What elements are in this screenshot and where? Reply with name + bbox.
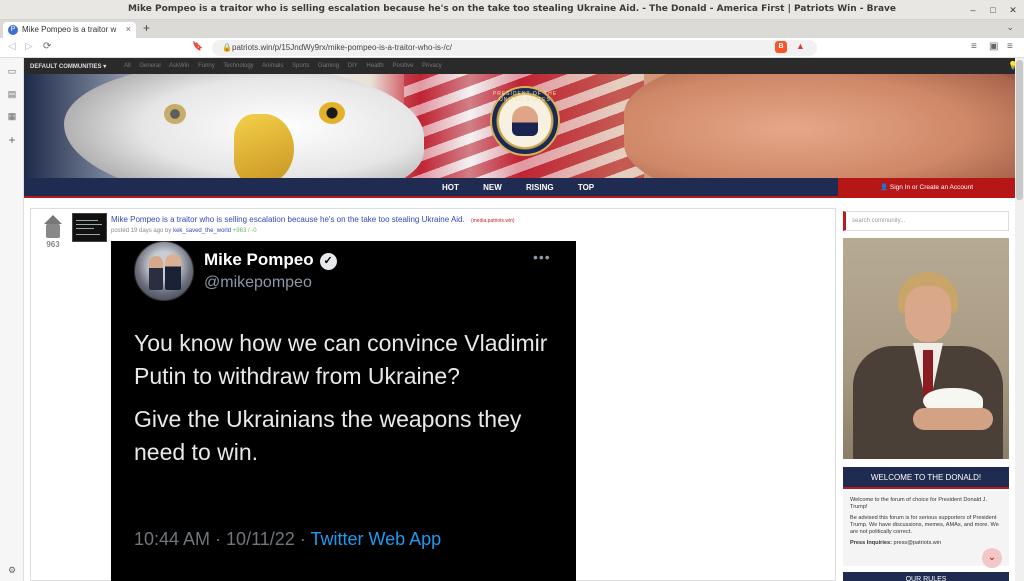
- settings-gear-icon[interactable]: ⚙: [6, 565, 18, 576]
- eagle-eye-left: [164, 104, 186, 124]
- bookmark-icon[interactable]: 🔖: [192, 41, 203, 52]
- community-search-input[interactable]: search community...: [843, 211, 1009, 231]
- tweet-image[interactable]: Mike Pompeo ✓ @mikepompeo ••• You know ho…: [111, 241, 576, 581]
- sidebar-toggle-icon[interactable]: ▣: [989, 41, 998, 52]
- upvote-arrow-icon[interactable]: [44, 215, 62, 224]
- url-text[interactable]: patriots.win/p/15JndWy9rx/mike-pompeo-is…: [232, 43, 452, 52]
- pede-upvote-icon[interactable]: [46, 224, 60, 238]
- vote-column: 963: [38, 215, 68, 249]
- our-rules-header: OUR RULES: [843, 572, 1009, 581]
- eagle-beak: [234, 114, 294, 178]
- community-link-general[interactable]: General: [139, 63, 160, 69]
- welcome-header: WELCOME TO THE DONALD!: [843, 467, 1009, 489]
- minimize-button[interactable]: –: [966, 3, 980, 17]
- sort-rising[interactable]: RISING: [526, 183, 554, 192]
- add-panel-icon[interactable]: +: [6, 133, 18, 147]
- bookmarks-panel-icon[interactable]: ▦: [6, 111, 18, 122]
- tab-active[interactable]: P Mike Pompeo is a traitor w ×: [3, 22, 136, 38]
- trump-face-image: [624, 74, 1015, 178]
- scroll-down-chevron-icon[interactable]: ⌄: [982, 548, 1002, 568]
- community-link-funny[interactable]: Funny: [198, 63, 215, 69]
- lock-icon: 🔒: [222, 43, 232, 52]
- post-title-link[interactable]: Mike Pompeo is a traitor who is selling …: [111, 215, 465, 224]
- browser-side-panel: ▭ ▤ ▦ + ⚙: [0, 58, 24, 581]
- page-scrollbar[interactable]: [1015, 58, 1024, 581]
- eagle-eye: [319, 102, 345, 124]
- seal-text: PRESIDENT OF THE UNITED STATES: [492, 91, 558, 103]
- signin-button[interactable]: 👤 Sign In or Create an Account: [838, 178, 1015, 198]
- presidential-seal-logo: PRESIDENT OF THE UNITED STATES: [490, 86, 560, 156]
- site-banner[interactable]: PRESIDENT OF THE UNITED STATES: [24, 74, 1015, 178]
- post-domain[interactable]: (media.patriots.win): [471, 218, 515, 224]
- community-bar: DEFAULT COMMUNITIES ▾ All General AskWin…: [24, 58, 1024, 74]
- patriots-win-favicon-icon: P: [8, 25, 18, 35]
- verified-badge-icon: ✓: [319, 253, 337, 270]
- welcome-paragraph-1: Welcome to the forum of choice for Presi…: [850, 497, 988, 510]
- tweet-source-app: Twitter Web App: [310, 529, 442, 549]
- brave-shield-icon[interactable]: B: [775, 41, 787, 53]
- more-options-icon: •••: [533, 249, 551, 265]
- forward-button[interactable]: ▷: [25, 41, 33, 52]
- window-titlebar: Mike Pompeo is a traitor who is selling …: [0, 0, 1024, 20]
- community-link-health[interactable]: Health: [366, 63, 383, 69]
- tweet-paragraph-1: You know how we can convince Vladimir Pu…: [134, 330, 548, 389]
- tab-label: Mike Pompeo is a traitor w: [22, 25, 117, 34]
- user-icon: 👤: [879, 184, 889, 191]
- community-link-askwin[interactable]: AskWin: [169, 63, 189, 69]
- sort-hot[interactable]: HOT: [442, 183, 459, 192]
- tweet-handle: @mikepompeo: [204, 274, 312, 291]
- reading-list-icon[interactable]: ▤: [6, 89, 18, 100]
- playlist-icon[interactable]: ≡: [971, 41, 977, 52]
- signin-label: Sign In or Create an Account: [889, 184, 973, 191]
- close-window-button[interactable]: ✕: [1006, 3, 1020, 17]
- browser-menu-icon[interactable]: ≡: [1007, 41, 1013, 52]
- back-button[interactable]: ◁: [8, 41, 16, 52]
- new-tab-button[interactable]: +: [143, 21, 150, 35]
- window-title: Mike Pompeo is a traitor who is selling …: [127, 4, 897, 14]
- post-title-line: Mike Pompeo is a traitor who is selling …: [111, 215, 515, 224]
- default-communities-dropdown[interactable]: DEFAULT COMMUNITIES ▾: [30, 63, 106, 70]
- vote-breakdown: +963 / -0: [232, 228, 257, 234]
- tab-bar: P Mike Pompeo is a traitor w ×: [0, 20, 1024, 38]
- browser-toolbar: ◁ ▷ ⟳ 🔖 🔒 patriots.win/p/15JndWy9rx/mike…: [0, 38, 1024, 58]
- tweet-author-name: Mike Pompeo ✓: [204, 250, 337, 270]
- press-email-link[interactable]: press@patriots.win: [894, 540, 942, 546]
- community-link-diy[interactable]: DIY: [348, 63, 358, 69]
- scrollbar-thumb[interactable]: [1016, 60, 1023, 200]
- community-link-positive[interactable]: Positive: [392, 63, 413, 69]
- post-thumbnail[interactable]: [72, 213, 107, 242]
- brave-rewards-icon[interactable]: ▲: [796, 41, 805, 51]
- press-inquiries: Press Inquiries: press@patriots.win: [850, 540, 942, 546]
- community-link-gaming[interactable]: Gaming: [318, 63, 339, 69]
- tweet-paragraph-2: Give the Ukrainians the weapons they nee…: [134, 406, 522, 465]
- community-link-technology[interactable]: Technology: [223, 63, 253, 69]
- community-link-privacy[interactable]: Privacy: [422, 63, 442, 69]
- community-link-sports[interactable]: Sports: [292, 63, 309, 69]
- post-meta: posted 19 days ago by kek_saved_the_worl…: [111, 228, 257, 234]
- address-bar[interactable]: 🔒 patriots.win/p/15JndWy9rx/mike-pompeo-…: [212, 40, 817, 56]
- seal-portrait: [512, 106, 538, 136]
- post-author-link[interactable]: kek_saved_the_world: [173, 228, 231, 234]
- tweet-body: You know how we can convince Vladimir Pu…: [134, 327, 564, 479]
- close-tab-icon[interactable]: ×: [126, 24, 131, 34]
- welcome-paragraph-2: Be advised this forum is for serious sup…: [850, 515, 999, 535]
- tweet-avatar: [134, 241, 194, 301]
- caret-down-icon: ▾: [103, 64, 107, 70]
- trump-dove-portrait: [843, 238, 1009, 459]
- posted-ago: posted 19 days ago by: [111, 228, 172, 234]
- community-link-animals[interactable]: Animals: [262, 63, 283, 69]
- community-links: All General AskWin Funny Technology Anim…: [124, 63, 449, 69]
- sort-new[interactable]: NEW: [483, 183, 502, 192]
- tab-list-chevron-icon[interactable]: ⌄: [1006, 22, 1014, 33]
- screen-capture-icon[interactable]: ▭: [6, 66, 18, 77]
- reload-button[interactable]: ⟳: [43, 41, 51, 52]
- tweet-timestamp: 10:44 AM · 10/11/22 · Twitter Web App: [134, 529, 442, 549]
- maximize-button[interactable]: □: [986, 3, 1000, 17]
- sort-top[interactable]: TOP: [578, 183, 594, 192]
- post-score: 963: [46, 240, 60, 249]
- community-link-all[interactable]: All: [124, 63, 131, 69]
- sort-nav: HOT NEW RISING TOP 👤 Sign In or Create a…: [24, 178, 1015, 198]
